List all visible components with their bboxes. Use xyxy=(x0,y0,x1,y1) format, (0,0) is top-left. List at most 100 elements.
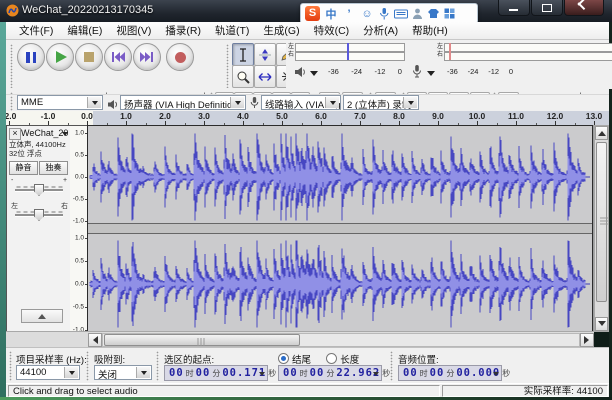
recording-channels-value: 2 (立体声) 录制 xyxy=(347,100,411,110)
project-rate-select[interactable]: 44100 xyxy=(16,365,80,380)
playback-meter-scale: -36-24-120 xyxy=(328,67,402,76)
track-vertical-ruler[interactable]: 1.00.50.0-0.5-1.01.00.50.0-0.5-1.0 xyxy=(70,125,87,332)
title-bar: WeChat_20220213170345 S 中 ’ ☺ xyxy=(0,0,612,22)
selection-toolbar-grip[interactable] xyxy=(9,351,12,381)
tools-toolbar-grip[interactable] xyxy=(226,44,229,88)
ime-language-button[interactable]: 中 xyxy=(324,6,338,22)
end-radio[interactable] xyxy=(278,353,289,364)
snap-to-select[interactable]: 关闭 xyxy=(94,365,152,380)
meter-scale-value: 0 xyxy=(398,67,402,76)
mute-button[interactable]: 静音 xyxy=(9,161,38,175)
vertical-ruler-label: 0.0 xyxy=(75,174,84,181)
selection-end-time[interactable]: 00时 00分 22.962秒 xyxy=(278,365,382,381)
track-close-button[interactable]: × xyxy=(9,128,21,140)
selection-toolbar-separator-2[interactable] xyxy=(156,351,159,381)
selection-toolbar-separator-1[interactable] xyxy=(86,351,89,381)
ime-voice-icon[interactable] xyxy=(378,7,390,20)
play-button[interactable] xyxy=(46,43,74,71)
time-format-dropdown[interactable] xyxy=(493,372,499,379)
stop-button[interactable] xyxy=(75,43,103,71)
transport-toolbar-grip[interactable] xyxy=(10,44,13,88)
menu-item-6[interactable]: 生成(G) xyxy=(256,21,306,40)
seconds-unit: 秒 xyxy=(502,368,510,379)
timeshift-tool-button[interactable] xyxy=(254,65,276,88)
selection-tool-icon xyxy=(237,48,249,62)
maximize-button[interactable] xyxy=(531,0,563,16)
window-controls xyxy=(497,0,604,15)
track-menu-dropdown[interactable] xyxy=(62,132,68,139)
ime-punctuation-button[interactable]: ’ xyxy=(342,8,356,20)
playback-meter[interactable]: 左 右 -36-24-120 xyxy=(286,43,406,89)
pause-button[interactable] xyxy=(17,43,45,71)
menu-item-9[interactable]: 帮助(H) xyxy=(405,21,455,40)
playback-meter-dropdown[interactable] xyxy=(310,71,318,80)
solo-button[interactable]: 独奏 xyxy=(39,161,68,175)
horizontal-scrollbar[interactable] xyxy=(6,331,594,347)
audio-position-time[interactable]: 00时 00分 00.000秒 xyxy=(398,365,502,381)
length-radio[interactable] xyxy=(326,353,337,364)
timeline-label: 8.0 xyxy=(393,111,405,121)
menu-item-8[interactable]: 分析(A) xyxy=(356,21,405,40)
gain-slider-thumb[interactable] xyxy=(34,184,44,196)
selection-start-time[interactable]: 00时 00分 00.171秒 xyxy=(164,365,268,381)
timeline-label: 2.0 xyxy=(159,111,171,121)
menu-item-7[interactable]: 特效(C) xyxy=(307,21,357,40)
playback-device-select[interactable]: 扬声器 (VIA High Definitio xyxy=(120,95,246,110)
sogou-logo[interactable]: S xyxy=(305,6,320,21)
ime-keyboard-icon[interactable] xyxy=(394,9,408,19)
selection-start-label: 选区的起点: xyxy=(164,352,214,366)
time-format-dropdown[interactable] xyxy=(373,372,379,379)
minutes-unit: 分 xyxy=(446,368,454,379)
menu-item-5[interactable]: 轨道(T) xyxy=(208,21,256,40)
recording-meter-dropdown[interactable] xyxy=(427,71,435,80)
vertical-ruler-label: 0.5 xyxy=(75,152,84,159)
recording-meter-right-label: 右 xyxy=(437,52,443,59)
menu-item-3[interactable]: 视图(V) xyxy=(109,21,158,40)
meter-scale-value: -36 xyxy=(447,67,458,76)
ime-settings-icon[interactable] xyxy=(412,8,423,20)
horizontal-scroll-thumb[interactable] xyxy=(104,334,300,346)
track-info-depth: 32位 浮点 xyxy=(9,149,42,158)
record-button[interactable] xyxy=(166,43,194,71)
menu-item-2[interactable]: 编辑(E) xyxy=(60,21,109,40)
menu-item-4[interactable]: 播录(R) xyxy=(158,21,208,40)
zoom-tool-button[interactable] xyxy=(232,65,254,88)
stereo-waveform[interactable] xyxy=(88,126,592,331)
envelope-tool-button[interactable] xyxy=(254,43,276,66)
track-control-panel: × WeChat_20 立体声, 44100Hz 32位 浮点 静音 独奏 - … xyxy=(6,125,70,332)
vertical-scroll-thumb[interactable] xyxy=(596,142,607,302)
ime-skin-icon[interactable] xyxy=(427,8,440,19)
audio-host-value: MME xyxy=(21,97,43,108)
timeline-label: 9.0 xyxy=(432,111,444,121)
scroll-right-button[interactable] xyxy=(580,333,594,347)
pan-slider-thumb[interactable] xyxy=(34,209,44,221)
actual-rate-status: 实际采样率: 44100 xyxy=(442,385,608,397)
vertical-ruler-label: 0.0 xyxy=(75,281,84,288)
scroll-down-button[interactable] xyxy=(595,317,608,331)
device-toolbar-grip[interactable] xyxy=(10,96,13,111)
menu-item-1[interactable]: 文件(F) xyxy=(12,21,60,40)
selection-toolbar-separator-3[interactable] xyxy=(390,351,393,381)
vertical-scrollbar[interactable] xyxy=(594,125,609,332)
recording-meter[interactable]: 左 右 -36-24-120 xyxy=(409,43,612,89)
skip-to-start-button[interactable] xyxy=(104,43,132,71)
recording-channels-select[interactable]: 2 (立体声) 录制 xyxy=(343,95,419,110)
time-format-dropdown[interactable] xyxy=(259,372,265,379)
track-collapse-button[interactable] xyxy=(21,309,63,323)
timeline-label: -1.0 xyxy=(41,111,56,121)
scroll-up-button[interactable] xyxy=(595,126,608,140)
audio-host-select[interactable]: MME xyxy=(17,95,103,110)
waveform-display[interactable] xyxy=(87,125,593,332)
minimize-button[interactable] xyxy=(498,0,530,16)
pos-hours: 00 xyxy=(403,367,418,379)
recording-device-select[interactable]: 线路输入 (VIA High Definit xyxy=(261,95,341,110)
playback-meter-left-label: 左 xyxy=(288,44,294,51)
close-button[interactable] xyxy=(564,0,604,16)
selection-tool-button[interactable] xyxy=(232,43,254,66)
skip-to-end-button[interactable] xyxy=(133,43,161,71)
timeline-label: -2.0 xyxy=(6,111,16,121)
scroll-left-button[interactable] xyxy=(88,333,102,347)
ime-emoji-button[interactable]: ☺ xyxy=(360,8,374,20)
ime-toolbox-icon[interactable] xyxy=(444,8,455,19)
timeline-ruler[interactable]: -2.0-1.00.01.02.03.04.05.06.07.08.09.010… xyxy=(6,111,609,126)
